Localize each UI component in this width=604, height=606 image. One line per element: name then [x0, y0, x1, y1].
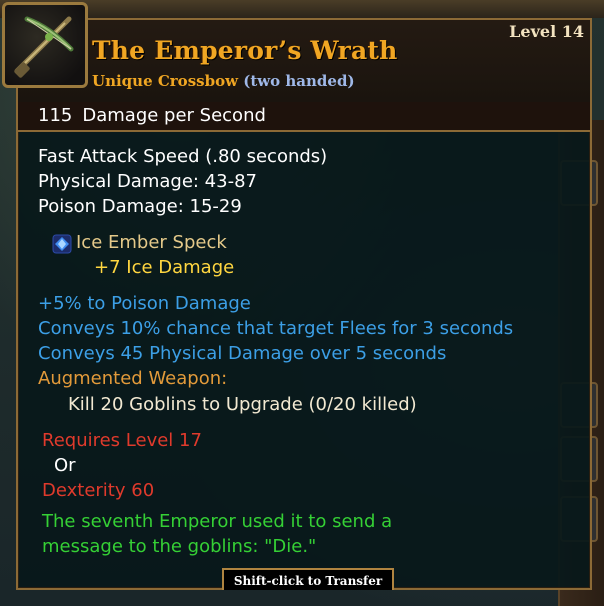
dps-value: 115	[38, 105, 73, 126]
item-type: Unique Crossbow (two handed)	[92, 72, 355, 90]
requirement-level: Requires Level 17	[42, 430, 202, 451]
modifier-line: Conveys 45 Physical Damage over 5 second…	[38, 343, 447, 364]
item-level: Level 14	[509, 22, 584, 41]
flavor-text-line1: The seventh Emperor used it to send a	[42, 511, 393, 532]
socketed-gem-name: Ice Ember Speck	[76, 232, 227, 253]
requirement-or: Or	[54, 455, 76, 476]
crossbow-icon	[2, 2, 88, 88]
socketed-gem-effect: +7 Ice Damage	[94, 257, 235, 278]
modifier-line: Conveys 10% chance that target Flees for…	[38, 318, 514, 339]
dps-label: Damage per Second	[82, 105, 266, 126]
attack-speed-stat: Fast Attack Speed (.80 seconds)	[38, 146, 328, 167]
dps-line: 115 Damage per Second	[18, 102, 590, 132]
augment-task: Kill 20 Goblins to Upgrade (0/20 killed)	[68, 394, 417, 415]
item-rarity: Unique Crossbow	[92, 72, 238, 90]
poison-damage-stat: Poison Damage: 15-29	[38, 196, 242, 217]
flavor-text-line2: message to the goblins: "Die."	[42, 536, 317, 557]
modifier-line: +5% to Poison Damage	[38, 293, 251, 314]
item-handedness: (two handed)	[243, 72, 355, 90]
physical-damage-stat: Physical Damage: 43-87	[38, 171, 257, 192]
blue-gem-icon	[52, 234, 72, 254]
shift-click-transfer-button[interactable]: Shift-click to Transfer	[222, 568, 394, 590]
item-tooltip: Level 14 The Emperor’s Wrath Unique Cros…	[2, 2, 592, 590]
augment-title: Augmented Weapon:	[38, 368, 228, 389]
tooltip-header: Level 14 The Emperor’s Wrath Unique Cros…	[18, 20, 590, 104]
item-name: The Emperor’s Wrath	[92, 36, 398, 65]
requirement-dexterity: Dexterity 60	[42, 480, 155, 501]
game-top-strip	[0, 0, 604, 18]
